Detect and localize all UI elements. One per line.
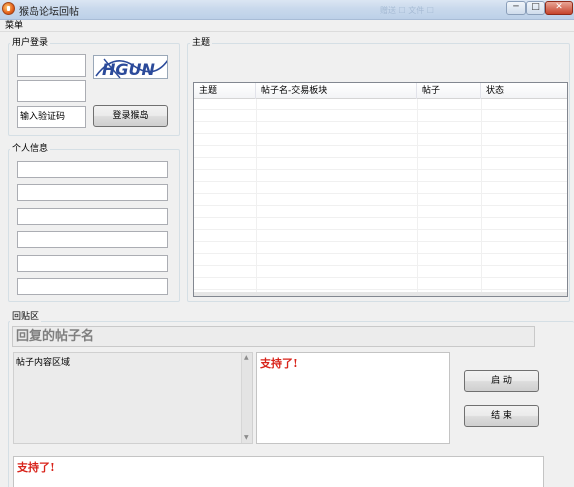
vertical-scrollbar[interactable]: ▲ ▼: [241, 353, 252, 443]
subject-list[interactable]: 主题 帖子名-交易板块 帖子 状态: [193, 82, 568, 297]
app-icon: [2, 2, 15, 15]
table-row: [194, 279, 567, 290]
window-title: 猴岛论坛回帖: [19, 7, 79, 18]
captcha-text: HGUN: [102, 60, 156, 79]
personal-field-6[interactable]: [17, 278, 168, 295]
list-header: 主题 帖子名-交易板块 帖子 状态: [194, 83, 567, 99]
table-row: [194, 243, 567, 254]
table-row: [194, 111, 567, 122]
captcha-image[interactable]: HGUN: [93, 55, 168, 79]
end-button[interactable]: 结 束: [464, 405, 539, 427]
personal-info-title: 个人信息: [10, 144, 51, 154]
table-row: [194, 159, 567, 170]
start-button[interactable]: 启 动: [464, 370, 539, 392]
maximize-button[interactable]: □: [526, 1, 545, 15]
table-row: [194, 183, 567, 194]
captcha-graphic: HGUN: [95, 58, 167, 79]
bottom-reply-text: 支持了!: [17, 461, 55, 474]
table-row: [194, 231, 567, 242]
reply-group-title: 回贴区: [10, 312, 42, 322]
table-row: [194, 219, 567, 230]
menu-bar: 菜单: [0, 20, 574, 32]
table-row: [194, 147, 567, 158]
post-content-area[interactable]: 帖子内容区域 ▲ ▼: [13, 352, 253, 444]
password-field[interactable]: [17, 80, 86, 102]
subject-group-title: 主题: [190, 38, 213, 48]
scroll-up-icon[interactable]: ▲: [244, 354, 249, 362]
username-field[interactable]: [17, 54, 86, 77]
reply-subject-field[interactable]: 回复的帖子名: [12, 326, 535, 347]
personal-field-2[interactable]: [17, 184, 168, 201]
column-header-status[interactable]: 状态: [481, 83, 567, 99]
login-group-title: 用户登录: [10, 38, 51, 48]
table-row: [194, 267, 567, 278]
personal-field-1[interactable]: [17, 161, 168, 178]
minimize-button[interactable]: ─: [506, 1, 526, 15]
title-bar: 猴岛论坛回帖 赠送 ☐ 文件 ☐ ─ □ ✕: [0, 0, 574, 20]
horizontal-scrollbar[interactable]: [194, 292, 567, 296]
post-content-label: 帖子内容区域: [16, 358, 71, 368]
personal-field-3[interactable]: [17, 208, 168, 225]
personal-field-4[interactable]: [17, 231, 168, 248]
title-right-text: 赠送 ☐ 文件 ☐: [380, 6, 434, 15]
captcha-input[interactable]: 输入验证码: [17, 106, 86, 128]
main-panel: 用户登录 输入验证码 HGUN 登录猴岛 个人信息 主题 主题 帖子名-交易板块…: [0, 32, 574, 487]
column-header-post-name[interactable]: 帖子名-交易板块: [256, 83, 417, 99]
menu-item-menu[interactable]: 菜单: [5, 20, 23, 32]
table-row: [194, 171, 567, 182]
close-button[interactable]: ✕: [545, 1, 573, 15]
scroll-down-icon[interactable]: ▼: [244, 434, 249, 442]
reply-text-area[interactable]: 支持了!: [256, 352, 450, 444]
bottom-reply-area[interactable]: 支持了!: [13, 456, 544, 487]
personal-field-5[interactable]: [17, 255, 168, 272]
table-row: [194, 99, 567, 110]
table-row: [194, 123, 567, 134]
column-header-subject[interactable]: 主题: [194, 83, 256, 99]
table-row: [194, 195, 567, 206]
table-row: [194, 207, 567, 218]
table-row: [194, 255, 567, 266]
table-row: [194, 135, 567, 146]
reply-text: 支持了!: [260, 357, 298, 370]
column-header-post[interactable]: 帖子: [417, 83, 481, 99]
login-button[interactable]: 登录猴岛: [93, 105, 168, 127]
